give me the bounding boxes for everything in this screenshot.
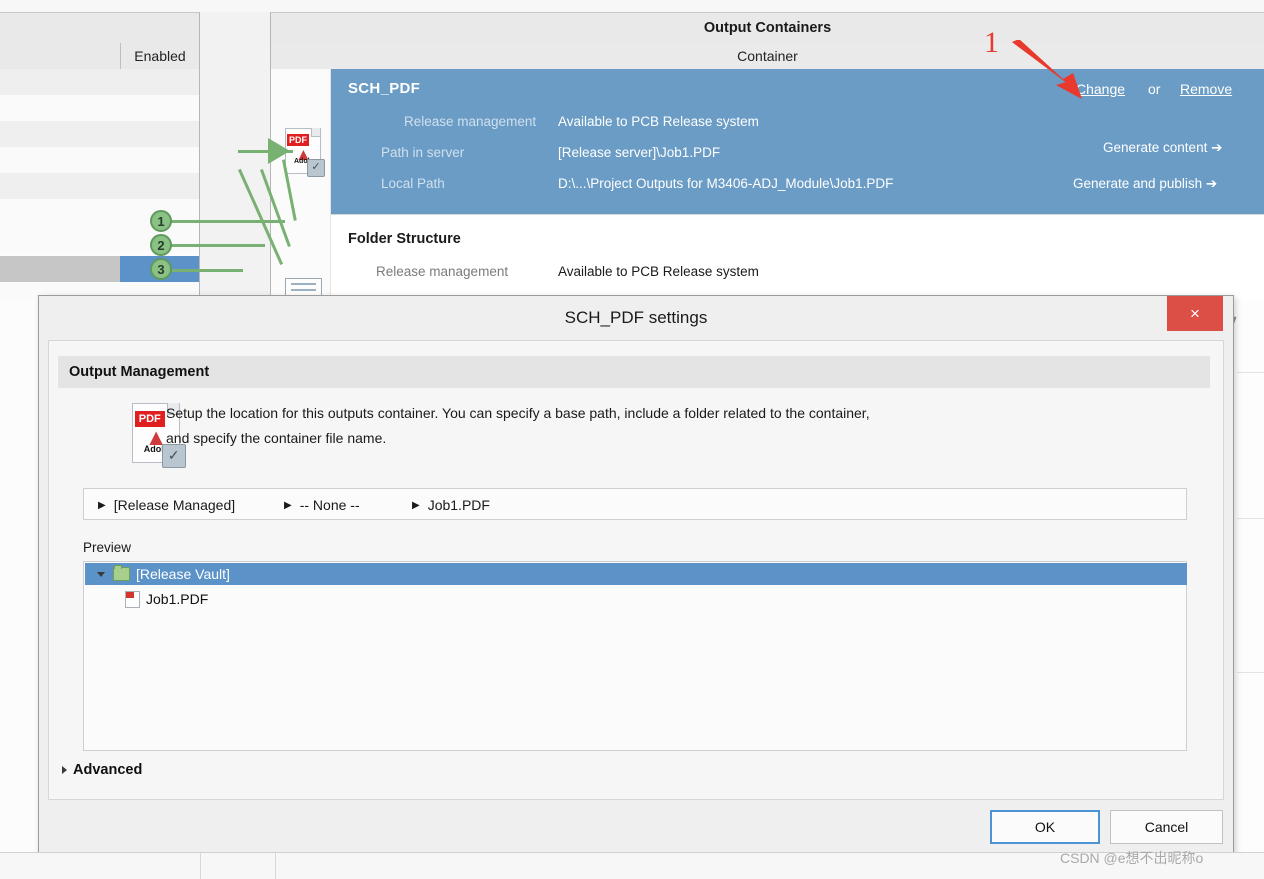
callout-line-1 (170, 220, 285, 223)
folder-structure-value: Available to PCB Release system (558, 264, 759, 279)
annotation-arrow-icon (1010, 40, 1100, 100)
left-grid-row[interactable] (0, 121, 199, 147)
path-segment-label: [Release Managed] (114, 497, 235, 513)
group-header-label: Output Management (69, 364, 209, 380)
folder-structure-name: Folder Structure (348, 231, 461, 247)
path-segment-label: Job1.PDF (428, 497, 490, 513)
left-grid-row[interactable] (0, 147, 199, 173)
left-grid-row[interactable] (0, 173, 199, 199)
path-segment-base[interactable]: ▶ [Release Managed] (98, 489, 235, 521)
tree-node-root[interactable]: [Release Vault] (85, 563, 1187, 585)
bottom-grid-divider (275, 853, 276, 879)
path-segment-folder[interactable]: ▶ -- None -- (284, 489, 360, 521)
chevron-right-icon[interactable]: ▶ (412, 500, 420, 511)
output-containers-subheader: Container (271, 43, 1264, 70)
tree-node-child[interactable]: Job1.PDF (85, 588, 208, 610)
watermark: CSDN @e想不出昵称o (1060, 848, 1203, 868)
output-management-group-header: Output Management (58, 356, 1210, 388)
chevron-right-icon[interactable]: ▶ (284, 500, 292, 511)
left-grid-row[interactable] (0, 95, 199, 121)
dialog-description-line-1: Setup the location for this outputs cont… (166, 405, 870, 421)
column-header-enabled[interactable]: Enabled (120, 43, 199, 69)
or-separator-text: or (1148, 81, 1160, 97)
pdf-file-icon (125, 591, 140, 608)
annotation-number-1: 1 (984, 26, 999, 60)
generate-content-action[interactable]: Generate content ➔ (1103, 140, 1222, 156)
callout-badge-1: 1 (150, 210, 172, 232)
chevron-down-icon[interactable] (97, 572, 105, 577)
left-grid-row[interactable] (0, 69, 199, 95)
remove-link[interactable]: Remove (1180, 81, 1232, 97)
close-icon[interactable]: × (1167, 296, 1223, 331)
local-path-label: Local Path (381, 176, 445, 191)
pdf-file-icon: PDF ▲ Adobe ✓ (285, 128, 325, 180)
cancel-button[interactable]: Cancel (1110, 810, 1223, 844)
callout-line-2 (170, 244, 265, 247)
preview-label: Preview (83, 540, 131, 555)
panel-divider (1237, 518, 1264, 519)
chevron-right-icon[interactable]: ▶ (98, 500, 106, 511)
path-in-server-value: [Release server]\Job1.PDF (558, 145, 720, 160)
preview-tree[interactable]: [Release Vault] Job1.PDF (83, 561, 1187, 751)
folder-structure-label: Release management (376, 264, 508, 279)
path-segment-label: -- None -- (300, 497, 360, 513)
bottom-grid-divider (200, 853, 201, 879)
generate-and-publish-action[interactable]: Generate and publish ➔ (1073, 176, 1217, 192)
callout-badge-3: 3 (150, 258, 172, 280)
container-name: SCH_PDF (348, 80, 420, 97)
path-segment-filename[interactable]: ▶ Job1.PDF (412, 489, 490, 521)
dialog-description-line-2: and specify the container file name. (166, 430, 386, 446)
tree-node-label: Job1.PDF (146, 591, 208, 607)
left-grid-header-top (0, 13, 199, 44)
folder-icon (113, 567, 130, 581)
dialog-title: SCH_PDF settings (39, 296, 1233, 340)
output-container-card-folder-structure[interactable] (331, 214, 1264, 300)
panel-divider (1237, 672, 1264, 673)
advanced-expander[interactable]: Advanced (62, 762, 142, 778)
local-path-value: D:\...\Project Outputs for M3406-ADJ_Mod… (558, 176, 893, 191)
path-in-server-label: Path in server (381, 145, 464, 160)
callout-arrow-head (268, 138, 290, 164)
output-containers-title: Output Containers (271, 13, 1264, 44)
tree-node-label: [Release Vault] (136, 566, 230, 582)
advanced-label: Advanced (73, 762, 142, 778)
release-management-value: Available to PCB Release system (558, 114, 759, 129)
callout-badge-2: 2 (150, 234, 172, 256)
chevron-right-icon[interactable] (62, 766, 67, 774)
ok-button[interactable]: OK (990, 810, 1100, 844)
release-management-label: Release management (404, 114, 536, 129)
path-breadcrumb-bar[interactable]: ▶ [Release Managed] ▶ -- None -- ▶ Job1.… (83, 488, 1187, 520)
callout-line-3 (170, 269, 243, 272)
panel-divider (1237, 372, 1264, 373)
